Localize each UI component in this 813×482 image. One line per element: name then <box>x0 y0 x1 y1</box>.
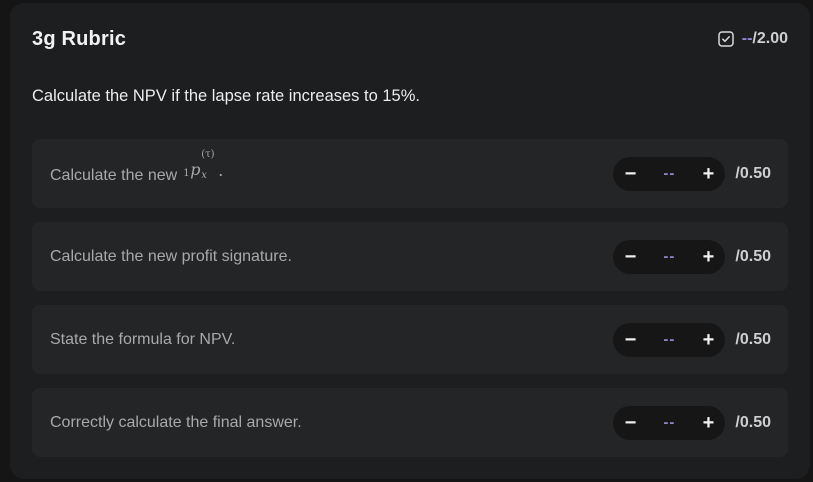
increment-button[interactable]: + <box>699 247 717 267</box>
criterion-row: State the formula for NPV. − -- + /0.50 <box>32 305 788 374</box>
math-expression: 1 p (τ) x . <box>183 149 224 181</box>
score-controls: − -- + /0.50 <box>613 322 771 357</box>
math-base: p <box>190 160 201 179</box>
score-controls: − -- + /0.50 <box>613 239 771 274</box>
rubric-panel: 3g Rubric --/2.00 Calculate the NPV if t… <box>10 3 810 479</box>
criterion-label-text: Calculate the new <box>50 167 178 184</box>
criterion-row: Calculate the new 1 p (τ) x . − -- + /0.… <box>32 139 788 208</box>
increment-button[interactable]: + <box>699 330 717 350</box>
score-stepper: − -- + <box>613 322 726 357</box>
score-stepper: − -- + <box>613 239 726 274</box>
math-superscript: (τ) <box>201 149 215 160</box>
max-score: /0.50 <box>735 164 771 182</box>
math-suffix: . <box>218 161 224 180</box>
math-prescript: 1 <box>183 168 190 179</box>
rubric-header: 3g Rubric --/2.00 <box>32 25 788 53</box>
score-value[interactable]: -- <box>663 165 675 182</box>
max-score: /0.50 <box>735 413 771 431</box>
criterion-label: Calculate the new profit signature. <box>50 247 292 265</box>
score-controls: − -- + /0.50 <box>613 405 771 440</box>
criterion-label: Calculate the new 1 p (τ) x . <box>50 149 224 185</box>
question-text: Calculate the NPV if the lapse rate incr… <box>32 87 420 105</box>
decrement-button[interactable]: − <box>621 247 639 267</box>
total-score: --/2.00 <box>742 30 788 48</box>
criteria-list: Calculate the new 1 p (τ) x . − -- + /0.… <box>32 139 788 471</box>
criterion-label: State the formula for NPV. <box>50 330 236 348</box>
math-subscript: x <box>201 170 207 181</box>
increment-button[interactable]: + <box>699 413 717 433</box>
max-score: /0.50 <box>735 330 771 348</box>
rubric-title: 3g Rubric <box>32 27 127 50</box>
total-score-value: -- <box>741 30 753 47</box>
checkbox-icon[interactable] <box>718 31 734 47</box>
decrement-button[interactable]: − <box>621 413 639 433</box>
criterion-row: Correctly calculate the final answer. − … <box>32 388 788 457</box>
score-value[interactable]: -- <box>663 331 675 348</box>
criterion-row: Calculate the new profit signature. − --… <box>32 222 788 291</box>
decrement-button[interactable]: − <box>621 330 639 350</box>
max-score: /0.50 <box>735 247 771 265</box>
score-stepper: − -- + <box>613 405 726 440</box>
total-score-max: /2.00 <box>752 30 788 47</box>
score-controls: − -- + /0.50 <box>613 156 771 191</box>
score-stepper: − -- + <box>613 156 726 191</box>
score-value[interactable]: -- <box>663 248 675 265</box>
score-value[interactable]: -- <box>663 414 675 431</box>
criterion-label: Correctly calculate the final answer. <box>50 413 302 431</box>
rubric-total: --/2.00 <box>718 30 788 48</box>
decrement-button[interactable]: − <box>621 164 639 184</box>
increment-button[interactable]: + <box>699 164 717 184</box>
